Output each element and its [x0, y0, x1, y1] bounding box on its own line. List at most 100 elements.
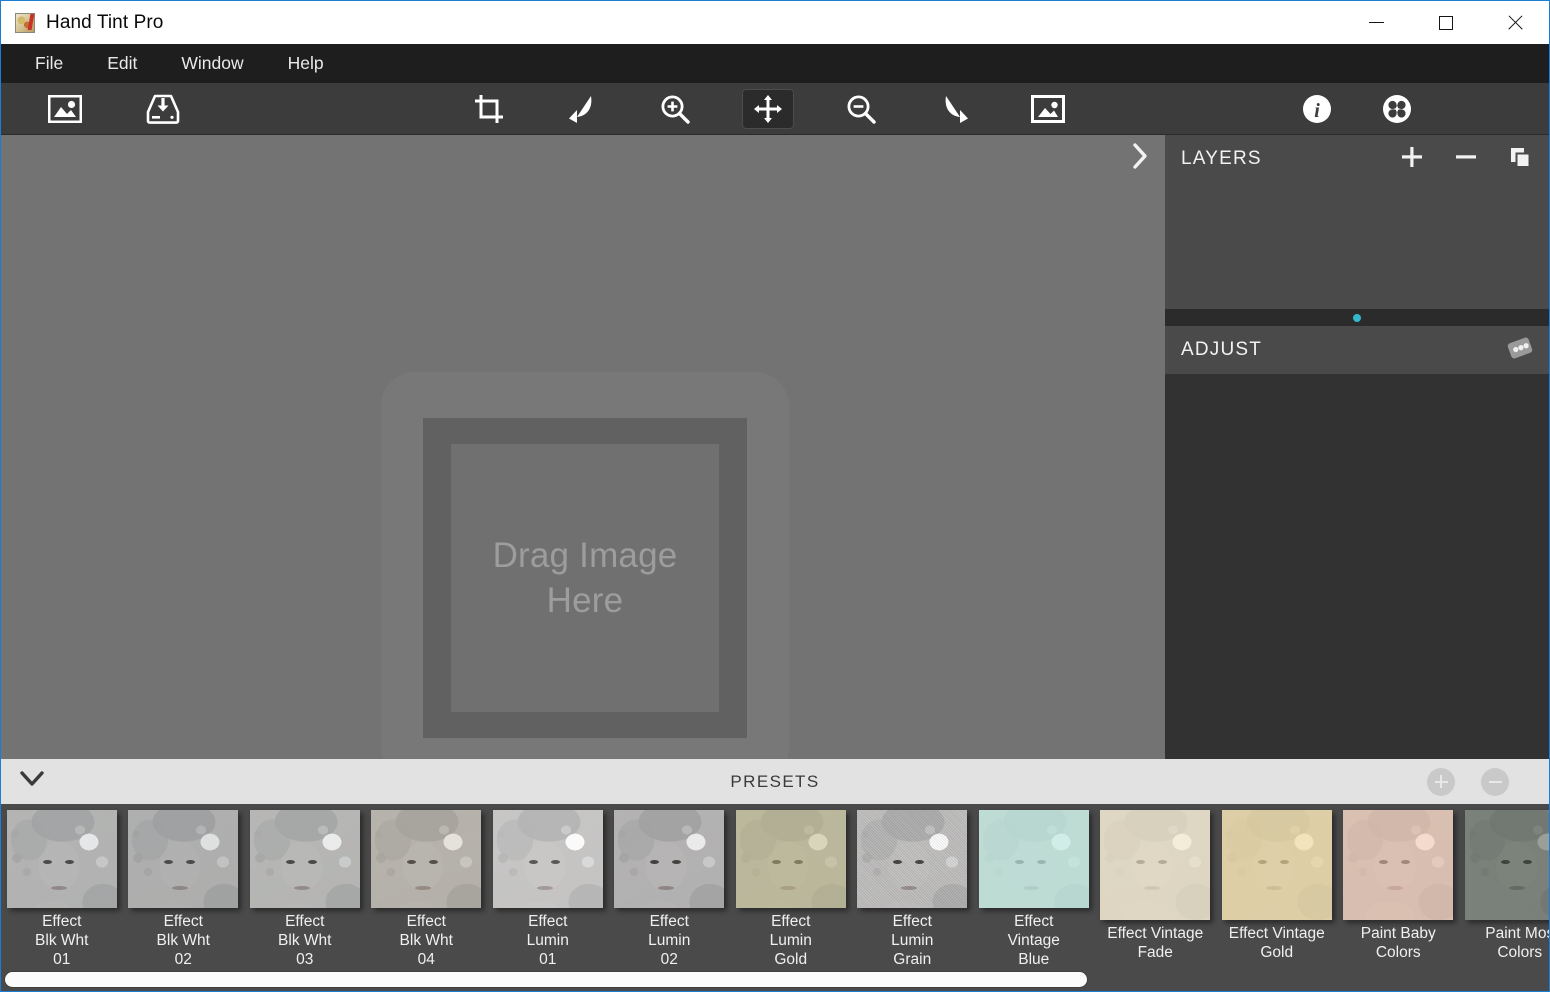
- preset-item[interactable]: Effect Blk Wht 01: [1, 804, 123, 969]
- preset-label: Effect Lumin Gold: [769, 913, 812, 968]
- layers-panel-title: LAYERS: [1181, 148, 1262, 169]
- preset-thumbnail: [1464, 810, 1549, 920]
- chevron-right-icon: [1131, 142, 1149, 174]
- duplicate-layer-button[interactable]: [1507, 146, 1533, 172]
- adjust-panel-title: ADJUST: [1181, 339, 1263, 360]
- duplicate-icon: [1507, 144, 1533, 175]
- preset-item[interactable]: Effect Blk Wht 02: [123, 804, 245, 969]
- fit-image-icon: [1031, 95, 1065, 123]
- info-button[interactable]: i: [1291, 89, 1343, 129]
- preset-thumbnail: [1100, 810, 1211, 920]
- panel-splitter[interactable]: [1165, 309, 1549, 326]
- preset-item[interactable]: Paint Baby Colors: [1338, 804, 1460, 969]
- window-title: Hand Tint Pro: [46, 11, 164, 33]
- save-image-icon: [146, 94, 180, 124]
- preset-thumbnail: [735, 810, 846, 908]
- preset-label: Paint Baby Colors: [1360, 925, 1436, 961]
- minimize-button[interactable]: [1342, 1, 1411, 44]
- undo-icon: [567, 94, 597, 124]
- preset-item[interactable]: Paint Mos Colors: [1459, 804, 1549, 969]
- menu-item-window[interactable]: Window: [159, 48, 265, 79]
- settings-button[interactable]: [1371, 89, 1423, 129]
- splitter-dot: [1353, 313, 1361, 322]
- adjust-options-button[interactable]: [1507, 337, 1533, 363]
- remove-preset-button[interactable]: [1481, 767, 1509, 796]
- preset-item[interactable]: Effect Lumin 01: [487, 804, 609, 969]
- preset-item[interactable]: Effect Blk Wht 03: [244, 804, 366, 969]
- preset-thumbnail: [978, 810, 1089, 908]
- layers-panel-header: LAYERS: [1165, 135, 1549, 183]
- add-preset-button[interactable]: [1427, 767, 1455, 796]
- maximize-button[interactable]: [1411, 1, 1480, 44]
- remove-layer-button[interactable]: [1453, 146, 1479, 172]
- preset-thumbnail: [249, 810, 360, 908]
- preset-thumbnail: [1343, 810, 1454, 920]
- info-icon: i: [1301, 93, 1333, 125]
- toolbar: i: [1, 83, 1549, 135]
- zoom-out-button[interactable]: [835, 89, 887, 129]
- presets-track: Effect Blk Wht 01 Effect Blk Wht 02 Effe…: [1, 804, 1549, 969]
- canvas-area[interactable]: Drag Image Here: [1, 135, 1165, 783]
- preset-label: Effect Blk Wht 04: [399, 913, 453, 968]
- window-controls: [1342, 1, 1549, 44]
- presets-scrollbar-thumb[interactable]: [5, 972, 1087, 987]
- preset-thumbnail: [128, 810, 239, 908]
- dropzone-label: Drag Image Here: [492, 536, 678, 620]
- open-image-button[interactable]: [39, 89, 91, 129]
- menu-item-file[interactable]: File: [13, 48, 85, 79]
- minimize-icon: [1369, 22, 1384, 23]
- preset-thumbnail: [1221, 810, 1332, 920]
- dropzone-frame: Drag Image Here: [423, 418, 747, 738]
- zoom-in-icon: [660, 94, 690, 124]
- preset-label: Effect Blk Wht 03: [278, 913, 332, 968]
- minus-icon: [1453, 144, 1479, 175]
- open-image-icon: [48, 95, 82, 123]
- preset-label: Effect Vintage Blue: [1007, 913, 1060, 968]
- image-dropzone[interactable]: Drag Image Here: [381, 372, 789, 783]
- presets-bar: PRESETS: [1, 759, 1549, 804]
- menu-item-edit[interactable]: Edit: [85, 48, 159, 79]
- adjust-panel-actions: [1507, 337, 1533, 363]
- close-button[interactable]: [1480, 1, 1549, 44]
- title-bar: Hand Tint Pro: [1, 1, 1549, 44]
- application-window: Hand Tint Pro File Edit Window Help i Dr…: [0, 0, 1550, 992]
- preset-item[interactable]: Effect Lumin Grain: [852, 804, 974, 969]
- move-tool-button[interactable]: [742, 89, 794, 129]
- add-layer-button[interactable]: [1399, 146, 1425, 172]
- preset-label: Paint Mos Colors: [1485, 925, 1549, 961]
- preset-label: Effect Vintage Gold: [1228, 925, 1325, 961]
- preset-item[interactable]: Effect Blk Wht 04: [366, 804, 488, 969]
- preset-label: Effect Lumin 01: [526, 913, 569, 968]
- zoom-in-button[interactable]: [649, 89, 701, 129]
- preset-label: Effect Vintage Fade: [1107, 925, 1204, 961]
- collapse-panel-button[interactable]: [1123, 141, 1157, 175]
- save-image-button[interactable]: [137, 89, 189, 129]
- preset-label: Effect Blk Wht 01: [35, 913, 89, 968]
- preset-label: Effect Lumin 02: [648, 913, 691, 968]
- preset-item[interactable]: Effect Vintage Fade: [1095, 804, 1217, 969]
- redo-icon: [940, 94, 970, 124]
- close-icon: [1507, 15, 1523, 31]
- adjust-panel-header: ADJUST: [1165, 326, 1549, 374]
- preset-label: Effect Blk Wht 02: [156, 913, 210, 968]
- preset-item[interactable]: Effect Lumin 02: [609, 804, 731, 969]
- right-panel: LAYERS ADJUST: [1165, 135, 1549, 759]
- menu-item-help[interactable]: Help: [266, 48, 346, 79]
- preset-item[interactable]: Effect Vintage Blue: [973, 804, 1095, 969]
- preset-item[interactable]: Effect Vintage Gold: [1216, 804, 1338, 969]
- preset-label: Effect Lumin Grain: [891, 913, 934, 968]
- presets-title: PRESETS: [730, 771, 820, 791]
- preset-thumbnail: [857, 810, 968, 908]
- presets-actions: [1427, 767, 1549, 796]
- dropzone-inner: Drag Image Here: [451, 444, 719, 712]
- preset-thumbnail: [614, 810, 725, 908]
- fit-image-button[interactable]: [1022, 89, 1074, 129]
- redo-button[interactable]: [929, 89, 981, 129]
- layers-list[interactable]: [1165, 183, 1549, 309]
- presets-strip[interactable]: Effect Blk Wht 01 Effect Blk Wht 02 Effe…: [1, 804, 1549, 991]
- presets-scrollbar-track[interactable]: [1, 968, 1549, 990]
- preset-item[interactable]: Effect Lumin Gold: [730, 804, 852, 969]
- crop-button[interactable]: [463, 89, 515, 129]
- move-icon: [753, 94, 783, 124]
- undo-button[interactable]: [556, 89, 608, 129]
